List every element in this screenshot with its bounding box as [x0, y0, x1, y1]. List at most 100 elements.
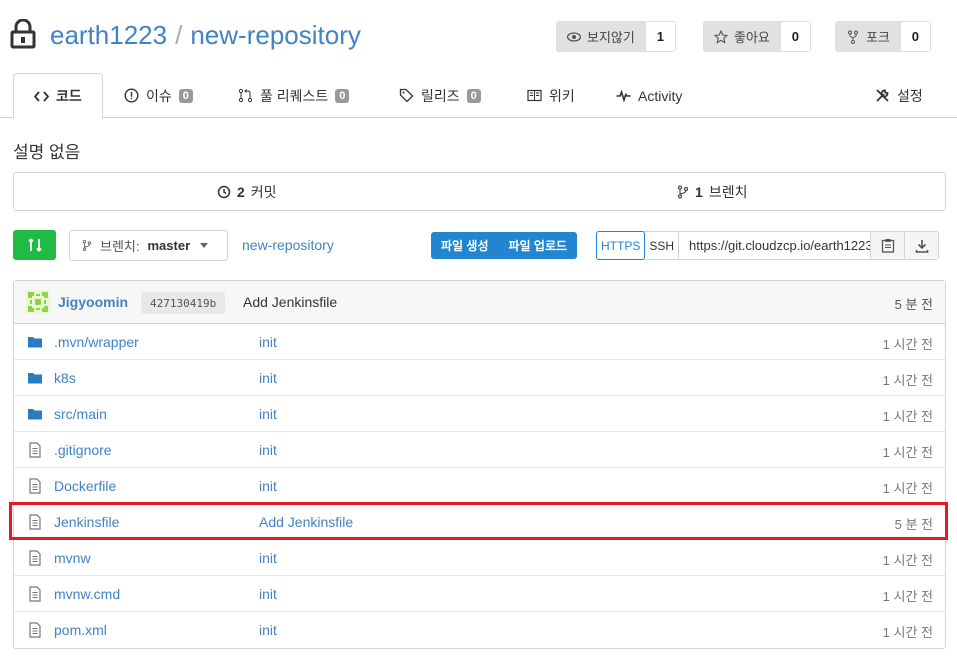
download-button[interactable] [904, 232, 939, 259]
file-row: mvnw init 1 시간 전 [14, 540, 945, 576]
repo-header: earth1223 /new-repository 보지않기 1 좋아요 0 포크… [0, 0, 957, 74]
commit-time: 5 분 전 [894, 297, 933, 312]
file-name-link[interactable]: Jenkinsfile [54, 514, 119, 530]
tab-releases[interactable]: 릴리즈 0 [399, 73, 481, 118]
clone-panel: HTTPS SSH https://git.cloudzcp.io/earth1… [596, 231, 940, 260]
tab-code[interactable]: 코드 [13, 73, 103, 119]
pull-requests-count-badge: 0 [335, 88, 350, 103]
repo-title: earth1223 /new-repository [50, 20, 361, 51]
file-table: Jigyoomin 427130419b Add Jenkinsfile 5 분… [13, 280, 946, 649]
https-button[interactable]: HTTPS [596, 231, 646, 260]
file-commit-time: 1 시간 전 [882, 481, 933, 496]
file-name-link[interactable]: .mvn/wrapper [54, 334, 139, 350]
star-group: 좋아요 0 [703, 21, 811, 52]
issue-icon [124, 88, 139, 103]
file-commit-time: 1 시간 전 [882, 409, 933, 424]
compare-icon [27, 238, 42, 252]
tools-icon [876, 89, 889, 102]
branches-stat[interactable]: 1 브렌치 [480, 173, 946, 210]
watch-count[interactable]: 1 [644, 22, 675, 51]
tab-pull-requests[interactable]: 풀 리퀘스트 0 [238, 73, 350, 118]
commits-label: 커밋 [250, 183, 277, 200]
file-list: .mvn/wrapper init 1 시간 전 k8s init 1 시간 전 src/m… [14, 324, 945, 648]
file-name-link[interactable]: Dockerfile [54, 478, 116, 494]
file-name-link[interactable]: k8s [54, 370, 76, 386]
file-name-link[interactable]: src/main [54, 406, 107, 422]
file-row: Dockerfile init 1 시간 전 [14, 468, 945, 504]
branches-label: 브렌치 [708, 183, 748, 200]
file-icon [29, 550, 41, 566]
latest-commit-row: Jigyoomin 427130419b Add Jenkinsfile 5 분… [14, 281, 945, 324]
file-row: Jenkinsfile Add Jenkinsfile 5 분 전 [14, 504, 945, 540]
ssh-button[interactable]: SSH [645, 232, 678, 259]
file-row: mvnw.cmd init 1 시간 전 [14, 576, 945, 612]
file-actions: 파일 생성 파일 업로드 [431, 232, 578, 259]
file-name-link[interactable]: mvnw.cmd [54, 586, 120, 602]
file-name-link[interactable]: mvnw [54, 550, 91, 566]
repo-stats: 2 커밋 1 브렌치 [13, 172, 946, 211]
branches-count: 1 [695, 183, 703, 200]
avatar [26, 290, 50, 314]
branch-dropdown[interactable]: 브렌치: master [69, 230, 228, 261]
commit-author[interactable]: Jigyoomin [58, 294, 128, 310]
commits-stat[interactable]: 2 커밋 [14, 173, 480, 210]
breadcrumb-repo-link[interactable]: new-repository [242, 237, 334, 253]
tab-wiki[interactable]: 위키 [527, 73, 575, 118]
file-commit-message-link[interactable]: Add Jenkinsfile [259, 514, 353, 530]
fork-count[interactable]: 0 [899, 22, 930, 51]
tab-settings-label: 설정 [897, 87, 923, 104]
upload-file-button[interactable]: 파일 업로드 [499, 232, 578, 259]
star-count[interactable]: 0 [779, 22, 810, 51]
compare-button[interactable] [13, 230, 56, 260]
commit-message[interactable]: Add Jenkinsfile [243, 294, 337, 310]
tab-activity[interactable]: Activity [616, 73, 682, 118]
download-icon [915, 239, 928, 253]
fork-button[interactable]: 포크 [836, 22, 900, 51]
file-commit-message-link[interactable]: init [259, 334, 277, 350]
tab-issues[interactable]: 이슈 0 [124, 73, 193, 118]
releases-count-badge: 0 [466, 88, 481, 103]
file-commit-message-link[interactable]: init [259, 622, 277, 638]
clone-url-input[interactable]: https://git.cloudzcp.io/earth1223/new-re… [678, 232, 870, 259]
star-label: 좋아요 [734, 30, 770, 45]
copy-url-button[interactable] [870, 232, 905, 259]
file-commit-message-link[interactable]: init [259, 586, 277, 602]
file-icon [29, 622, 41, 638]
file-commit-message-link[interactable]: init [259, 478, 277, 494]
file-icon [29, 514, 41, 530]
watch-button[interactable]: 보지않기 [557, 22, 645, 51]
file-commit-message-link[interactable]: init [259, 550, 277, 566]
branch-prefix: 브렌치: [100, 239, 140, 254]
repo-description: 설명 없음 [13, 143, 81, 162]
file-commit-time: 1 시간 전 [882, 625, 933, 640]
file-commit-time: 1 시간 전 [882, 589, 933, 604]
tag-icon [399, 88, 414, 103]
new-file-button[interactable]: 파일 생성 [431, 232, 499, 259]
file-commit-message-link[interactable]: init [259, 370, 277, 386]
file-commit-time: 1 시간 전 [882, 337, 933, 352]
file-name-link[interactable]: .gitignore [54, 442, 112, 458]
file-name-link[interactable]: pom.xml [54, 622, 107, 638]
file-row: .gitignore init 1 시간 전 [14, 432, 945, 468]
file-icon [29, 442, 41, 458]
star-button[interactable]: 좋아요 [704, 22, 780, 51]
owner-link[interactable]: earth1223 [50, 20, 167, 50]
history-icon [217, 185, 231, 198]
tab-releases-label: 릴리즈 [421, 87, 460, 104]
branch-name: master [147, 238, 191, 253]
tab-activity-label: Activity [638, 87, 683, 104]
tab-wiki-label: 위키 [549, 87, 575, 104]
path-separator: / [175, 20, 183, 50]
tab-settings[interactable]: 설정 [875, 73, 923, 118]
repo-toolbar: 브렌치: master new-repository 파일 생성 파일 업로드 … [13, 230, 946, 261]
file-commit-time: 1 시간 전 [882, 373, 933, 388]
tab-pull-requests-label: 풀 리퀘스트 [260, 87, 329, 104]
repo-tabs: 코드 이슈 0 풀 리퀘스트 0 릴리즈 0 위키 Activity 설정 [0, 73, 957, 119]
file-row: k8s init 1 시간 전 [14, 360, 945, 396]
commit-sha[interactable]: 427130419b [141, 292, 226, 314]
file-commit-message-link[interactable]: init [259, 442, 277, 458]
lock-icon [10, 19, 36, 49]
repo-link[interactable]: new-repository [190, 20, 361, 50]
file-commit-message-link[interactable]: init [259, 406, 277, 422]
branch-icon [82, 240, 92, 251]
